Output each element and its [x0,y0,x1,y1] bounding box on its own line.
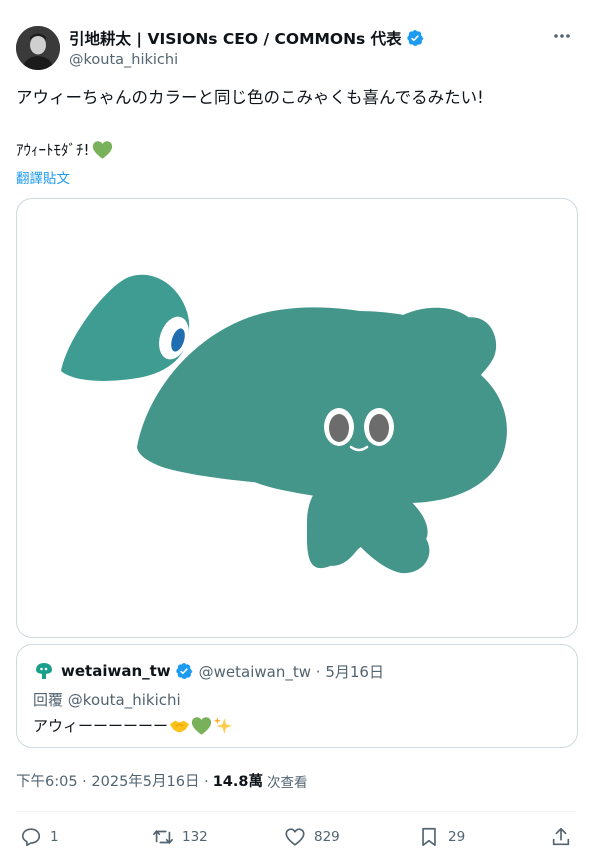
media-image[interactable] [16,198,578,638]
tweet-timestamp[interactable]: 下午6:05 · 2025年5月16日 · [16,770,209,791]
handshake-icon [169,720,190,732]
green-heart-icon [92,141,112,159]
tweet-meta: 下午6:05 · 2025年5月16日 · 14.8萬 次查看 [16,770,307,791]
quote-verified-badge-icon [175,662,193,680]
like-button[interactable]: 829 [284,826,340,848]
like-count: 829 [314,829,340,845]
author-display-name[interactable]: 引地耕太 | VISIONs CEO / COMMONs 代表 [69,27,402,49]
tweet-text-line1: アウィーちゃんのカラーと同じ色のこみゃくも喜んでるみたい! [16,88,484,107]
tweet-text-line2-row: ｱｳｨｰﾄﾓﾀﾞﾁ! [16,138,576,162]
views-label: 次查看 [266,774,308,791]
bookmark-count: 29 [448,829,466,845]
share-button[interactable] [550,826,572,848]
quote-reply-mention[interactable]: @kouta_hikichi [68,691,181,709]
retweet-count: 132 [182,829,208,845]
author-avatar[interactable] [16,26,60,70]
character-illustration [61,274,507,574]
author-name-row: 引地耕太 | VISIONs CEO / COMMONs 代表 [69,27,424,49]
quote-avatar-icon [33,660,55,682]
quote-handle-date: @wetaiwan_tw · 5月16日 [198,662,384,681]
quoted-tweet[interactable]: wetaiwan_tw @wetaiwan_tw · 5月16日 回覆 @kou… [16,644,578,748]
views-count: 14.8萬 [212,774,263,790]
quote-reply-line: 回覆 @kouta_hikichi [33,689,181,710]
tweet-text: アウィーちゃんのカラーと同じ色のこみゃくも喜んでるみたい! ｱｳｨｰﾄﾓﾀﾞﾁ! [16,86,576,162]
tweet-text-line2: ｱｳｨｰﾄﾓﾀﾞﾁ! [16,141,90,159]
retweet-icon [153,830,173,844]
sparkles-icon [213,716,233,734]
author-handle[interactable]: @kouta_hikichi [69,52,178,68]
more-options-icon[interactable] [550,24,574,48]
bookmark-icon [422,827,436,847]
left-eye [369,414,389,442]
translate-post-link[interactable]: 翻譯貼文 [16,167,70,187]
reply-icon [21,828,41,847]
reply-count: 1 [50,829,59,845]
quote-author-name[interactable]: wetaiwan_tw [61,662,171,680]
divider [16,811,576,812]
bookmark-button[interactable]: 29 [418,826,465,848]
retweet-button[interactable]: 132 [152,826,208,848]
right-eye [329,414,349,442]
quote-reply-label: 回覆 [33,691,64,709]
share-icon [552,827,570,846]
verified-badge-icon [406,29,424,47]
heart-icon [285,828,305,846]
tweet-header: 引地耕太 | VISIONs CEO / COMMONs 代表 @kouta_h… [16,16,576,72]
reply-button[interactable]: 1 [20,826,59,848]
quote-body: アウィーーーーーー [33,715,234,736]
action-bar: 1 132 829 29 [16,822,576,854]
green-heart-icon [191,716,212,735]
quote-body-text: アウィーーーーーー [33,717,169,735]
quote-header: wetaiwan_tw @wetaiwan_tw · 5月16日 [33,660,384,682]
